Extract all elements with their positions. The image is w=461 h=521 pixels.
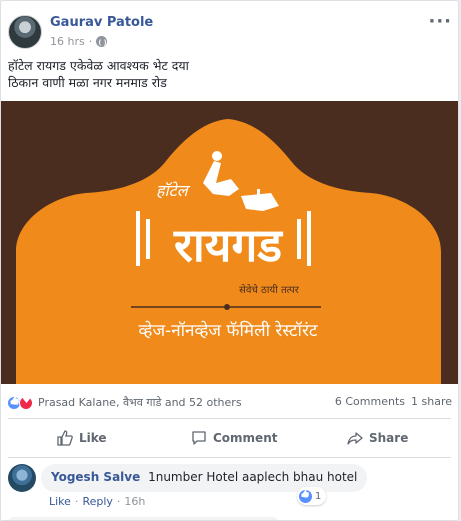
divider — [8, 418, 451, 419]
post-text: हॉटेल रायगड एकेवेळ आवश्यक भेट दया ठिकान … — [8, 57, 189, 91]
left-bar-2 — [146, 219, 150, 259]
action-bar: Like Comment Share — [1, 423, 458, 455]
brand-prefix: हॉटेल — [156, 181, 191, 200]
engagement-counts: 6 Comments 1 share — [335, 395, 452, 408]
post-time[interactable]: 16 hrs — [50, 35, 85, 48]
comments-count[interactable]: 6 Comments — [335, 395, 405, 408]
like-label: Like — [79, 431, 107, 445]
next-comment-bubble — [8, 517, 278, 520]
globe-icon[interactable] — [96, 36, 108, 47]
separator-dot: · — [116, 495, 121, 508]
divider-dot — [224, 304, 230, 310]
brand-name: रायगड — [173, 218, 283, 272]
comment-time[interactable]: 16h — [124, 495, 145, 508]
post-text-line2: ठिकान वाणी मळा नगर मनमाड रोड — [8, 75, 167, 90]
left-bar-1 — [136, 211, 140, 266]
post-card: Gaurav Patole 16 hrs · ··· हॉटेल रायगड ए… — [0, 0, 459, 521]
divider — [8, 457, 451, 458]
comment-reply-link[interactable]: Reply — [82, 495, 112, 508]
comment-icon — [192, 431, 206, 445]
post-image[interactable]: हॉटेल रायगड सेवेचे ठायी तत्पर व्हेज-नॉनव… — [1, 101, 458, 384]
shares-count[interactable]: 1 share — [411, 395, 452, 408]
brand-subtitle: व्हेज-नॉनव्हेज फॅमिली रेस्टॉरंट — [139, 320, 318, 341]
commenter-name[interactable]: Yogesh Salve — [51, 470, 140, 484]
comment-item: Yogesh Salve 1number Hotel aaplech bhau … — [1, 463, 458, 513]
author-avatar[interactable] — [8, 15, 42, 49]
comment-like-link[interactable]: Like — [49, 495, 71, 508]
comment-text: 1number Hotel aaplech bhau hotel — [148, 470, 358, 484]
love-reaction-icon[interactable] — [19, 395, 33, 410]
post-header: Gaurav Patole 16 hrs · ··· — [1, 1, 458, 57]
like-button[interactable]: Like — [57, 430, 107, 446]
right-bar-1 — [307, 211, 311, 266]
comment-label: Comment — [213, 431, 278, 445]
reactions-bar: Prasad Kalane, वैभव गाडे and 52 others 6… — [1, 391, 458, 413]
share-icon — [347, 432, 363, 445]
share-label: Share — [369, 431, 409, 445]
commenter-avatar[interactable] — [8, 464, 36, 492]
comment-like-count: 1 — [315, 490, 322, 502]
brand-tagline: सेवेचे ठायी तत्पर — [239, 284, 300, 296]
like-reaction-icon — [299, 489, 312, 503]
comment-like-badge[interactable]: 1 — [297, 487, 327, 505]
right-bar-2 — [297, 219, 301, 259]
author-name[interactable]: Gaurav Patole — [50, 15, 153, 30]
post-meta: 16 hrs · — [50, 35, 108, 48]
thumbs-up-icon — [57, 430, 73, 446]
comment-button[interactable]: Comment — [191, 430, 277, 446]
ellipsis-icon[interactable]: ··· — [428, 11, 452, 32]
reaction-names[interactable]: Prasad Kalane, वैभव गाडे and 52 others — [38, 395, 242, 410]
separator-dot: · — [88, 35, 93, 48]
separator-dot: · — [74, 495, 79, 508]
comment-actions: Like · Reply · 16h — [49, 495, 145, 508]
post-text-line1: हॉटेल रायगड एकेवेळ आवश्यक भेट दया — [8, 58, 189, 73]
share-button[interactable]: Share — [347, 430, 408, 446]
banner-graphic: हॉटेल रायगड सेवेचे ठायी तत्पर व्हेज-नॉनव… — [1, 101, 458, 384]
